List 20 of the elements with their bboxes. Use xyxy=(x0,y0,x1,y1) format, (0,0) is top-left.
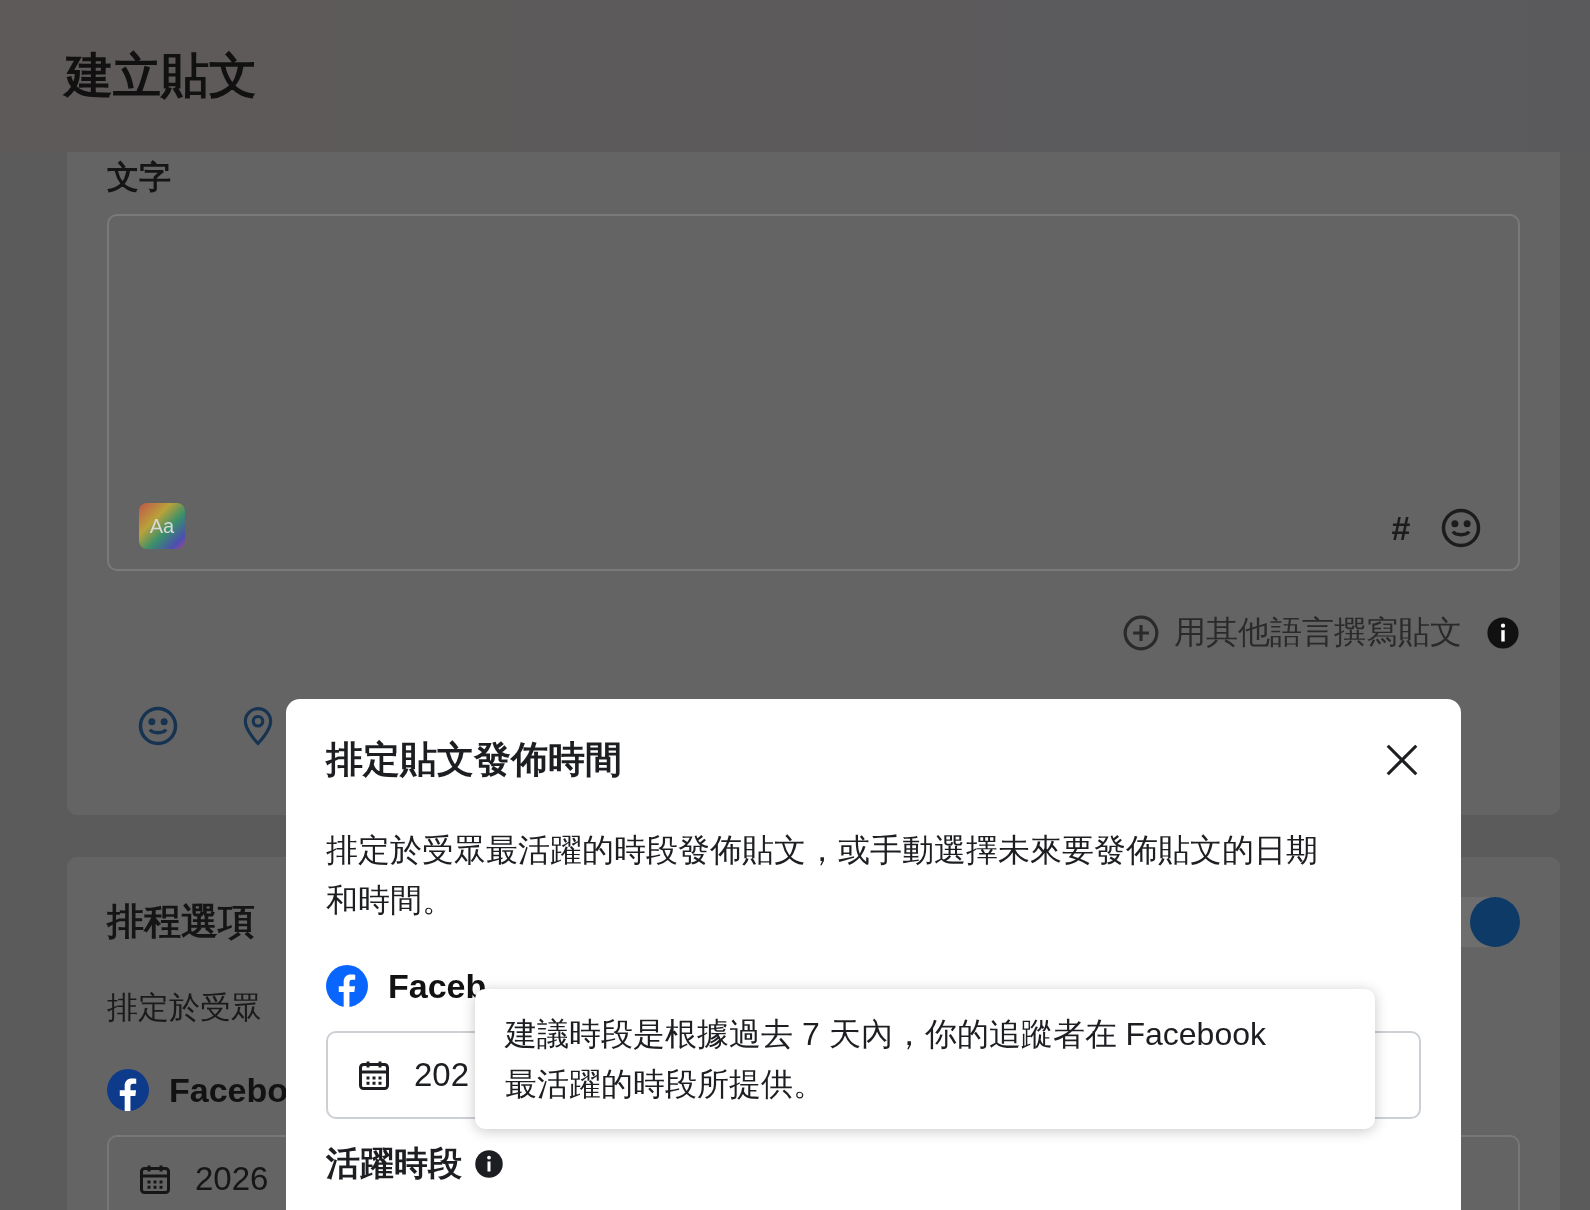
plus-circle-icon xyxy=(1122,614,1160,652)
schedule-title: 排程選項 xyxy=(107,900,255,944)
facebook-logo-icon xyxy=(326,965,368,1007)
dialog-description: 排定於受眾最活躍的時段發佈貼文，或手動選擇未來要發佈貼文的日期和時間。 xyxy=(326,831,1319,920)
text-style-button[interactable]: Aa xyxy=(139,503,185,549)
dialog-title: 排定貼文發佈時間 xyxy=(326,738,622,782)
post-text-field[interactable]: Aa # xyxy=(107,214,1520,571)
facebook-logo-icon xyxy=(107,1069,149,1111)
emoji-button[interactable] xyxy=(1440,507,1482,549)
info-icon[interactable] xyxy=(474,1149,504,1179)
info-icon[interactable] xyxy=(1486,616,1520,650)
hashtag-button[interactable]: # xyxy=(1391,508,1410,548)
text-label: 文字 xyxy=(107,158,172,197)
smiley-icon xyxy=(137,705,179,747)
other-language-link[interactable]: 用其他語言撰寫貼文 xyxy=(1122,611,1462,655)
page-title: 建立貼文 xyxy=(65,48,257,104)
account-name: Facebo xyxy=(169,1070,289,1110)
section-title: 活躍時段 xyxy=(326,1143,462,1184)
smiley-icon xyxy=(1440,507,1482,549)
schedule-description: 排定於受眾 xyxy=(107,989,262,1027)
